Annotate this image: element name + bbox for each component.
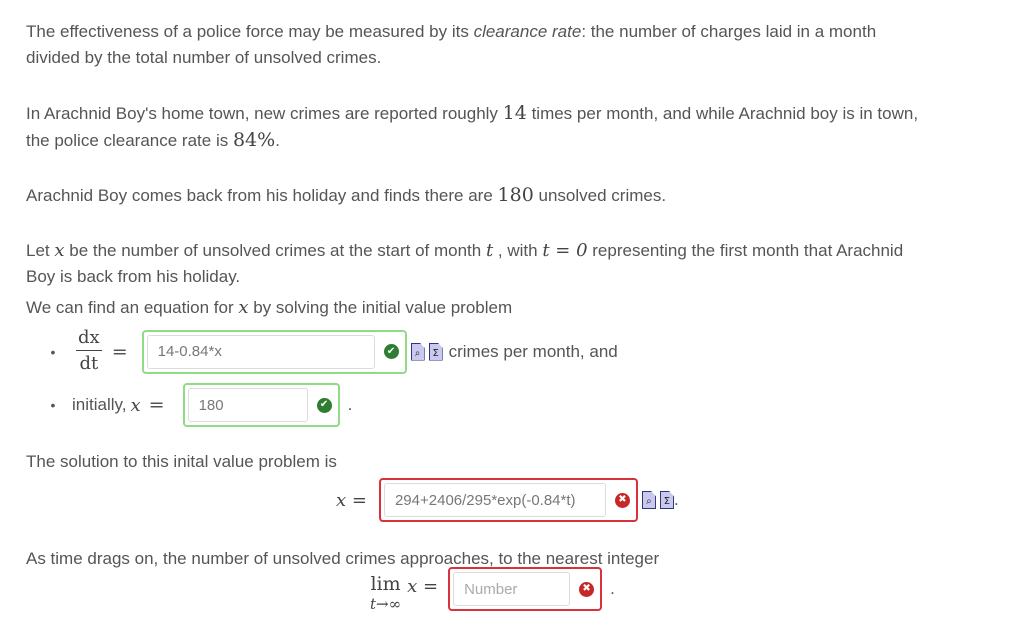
- solution-row: x = ✖ ⌕ Σ .: [308, 478, 679, 522]
- check-circle-icon: ✔: [316, 397, 332, 413]
- limit-lhs: x =: [407, 575, 439, 597]
- period: .: [610, 579, 615, 598]
- x-circle-icon: ✖: [614, 492, 630, 508]
- preview-document-icon[interactable]: ⌕: [641, 491, 656, 509]
- initial-label: initially,: [72, 395, 127, 414]
- preview-document-icon[interactable]: ⌕: [410, 342, 425, 361]
- setup-text-line2: Boy is back from his holiday.: [26, 267, 241, 286]
- ivp-initial-item: • initially, x = ✔ .: [30, 383, 352, 427]
- bullet: •: [50, 343, 56, 360]
- context-text: In Arachnid Boy's home town, new crimes …: [26, 104, 503, 123]
- initial-answer-box: ✔: [182, 383, 340, 427]
- context-text: the police clearance rate is: [26, 131, 233, 150]
- derivative-fraction: dx dt: [76, 326, 102, 377]
- clearance-rate-value: 84%: [232, 129, 276, 151]
- lim-subscript: t→∞: [370, 595, 402, 613]
- equals-sign: =: [111, 340, 128, 363]
- setup-text: Let: [26, 241, 55, 260]
- dxdt-answer-box: ✔: [141, 329, 407, 374]
- period: .: [347, 395, 353, 414]
- ivp-derivative-item: • dx dt = ✔ ⌕ Σ crimes per month, and: [30, 326, 618, 377]
- equals-sign: =: [148, 394, 165, 416]
- dxdt-suffix-text: crimes per month, and: [448, 341, 618, 361]
- t-equals-zero: t = 0: [542, 240, 588, 261]
- setup-text: be the number of unsolved crimes at the …: [64, 241, 486, 260]
- context-paragraph: In Arachnid Boy's home town, new crimes …: [26, 100, 918, 154]
- variable-x: x: [130, 394, 141, 416]
- ivp-intro-text: by solving the initial value problem: [248, 298, 513, 317]
- derivative-numerator: dx: [76, 326, 102, 351]
- variable-x: x: [54, 240, 65, 261]
- context-text: times per month, and while Arachnid boy …: [526, 104, 919, 123]
- intro-paragraph: The effectiveness of a police force may …: [26, 19, 876, 71]
- intro-text: The effectiveness of a police force may …: [26, 22, 474, 41]
- return-paragraph: Arachnid Boy comes back from his holiday…: [26, 182, 666, 209]
- ivp-intro-paragraph: We can find an equation for x by solving…: [26, 295, 512, 321]
- solution-intro: The solution to this inital value proble…: [26, 452, 337, 471]
- limit-row: lim t→∞ x = ✖ .: [346, 567, 615, 613]
- dxdt-answer-input[interactable]: [146, 334, 375, 369]
- return-text: Arachnid Boy comes back from his holiday…: [26, 186, 498, 205]
- limit-operator: lim t→∞: [370, 573, 401, 613]
- sigma-document-icon[interactable]: Σ: [428, 342, 443, 361]
- setup-text: representing the first month that Arachn…: [587, 241, 904, 260]
- intro-text-cont: : the number of charges laid in a month: [581, 22, 877, 41]
- x-circle-icon: ✖: [579, 581, 595, 597]
- setup-text: , with: [493, 241, 543, 260]
- variable-definition-paragraph: Let x be the number of unsolved crimes a…: [26, 238, 903, 290]
- return-text: unsolved crimes.: [533, 186, 667, 205]
- sigma-document-icon[interactable]: Σ: [659, 491, 674, 509]
- lim-label: lim: [370, 573, 401, 595]
- clearance-rate-term: clearance rate: [473, 22, 582, 41]
- unsolved-crimes-value: 180: [497, 184, 534, 206]
- check-circle-icon: ✔: [383, 344, 399, 359]
- context-text: .: [275, 131, 280, 150]
- bullet: •: [50, 397, 56, 413]
- limit-answer-box: ✖: [448, 567, 603, 611]
- crimes-per-month-value: 14: [502, 102, 527, 124]
- derivative-denominator: dt: [79, 353, 99, 374]
- period: .: [673, 490, 679, 509]
- solution-lhs: x =: [336, 489, 367, 511]
- intro-text-line2: divided by the total number of unsolved …: [26, 48, 382, 67]
- variable-x: x: [238, 297, 249, 318]
- limit-answer-input[interactable]: [453, 572, 571, 606]
- ivp-intro-text: We can find an equation for: [26, 298, 239, 317]
- solution-answer-box: ✖: [378, 478, 638, 522]
- initial-answer-input[interactable]: [187, 388, 308, 422]
- solution-answer-input[interactable]: [383, 483, 606, 517]
